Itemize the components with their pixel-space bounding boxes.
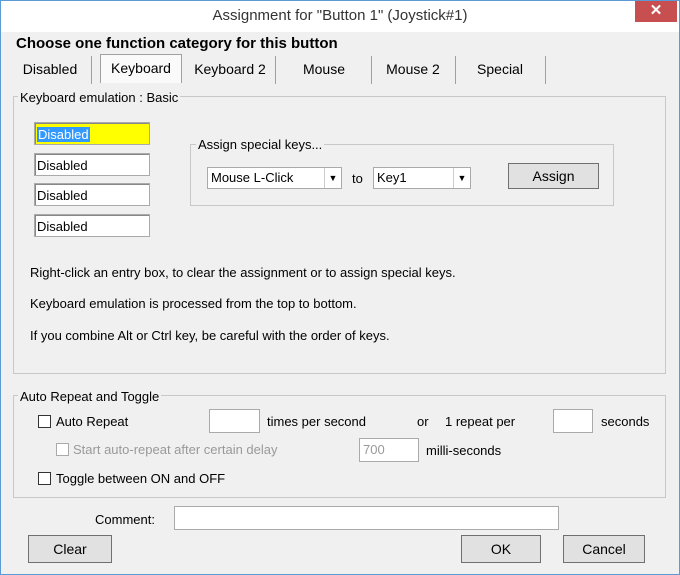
- key-entry-1[interactable]: Disabled: [34, 122, 150, 145]
- tab-mouse[interactable]: Mouse: [277, 56, 372, 84]
- key-entry-4[interactable]: Disabled: [34, 214, 150, 237]
- times-per-second-label: times per second: [267, 414, 366, 429]
- toggle-label: Toggle between ON and OFF: [56, 471, 226, 486]
- chevron-down-icon[interactable]: ▼: [453, 168, 470, 188]
- seconds-input[interactable]: [553, 409, 593, 433]
- special-to-select[interactable]: Key1 ▼: [373, 167, 471, 189]
- key-entry-3[interactable]: Disabled: [34, 183, 150, 206]
- page-heading: Choose one function category for this bu…: [16, 35, 338, 52]
- repeat-group-label: Auto Repeat and Toggle: [18, 389, 162, 404]
- assign-button[interactable]: Assign: [508, 163, 599, 189]
- note-1: Right-click an entry box, to clear the a…: [30, 265, 456, 280]
- key-entry-2[interactable]: Disabled: [34, 153, 150, 176]
- times-per-second-input[interactable]: [209, 409, 260, 433]
- note-2: Keyboard emulation is processed from the…: [30, 296, 357, 311]
- one-repeat-per-label: 1 repeat per: [445, 414, 516, 429]
- delay-checkbox[interactable]: [56, 443, 69, 456]
- tab-special[interactable]: Special: [455, 56, 546, 84]
- auto-repeat-checkbox[interactable]: [38, 415, 51, 428]
- chevron-down-icon[interactable]: ▼: [324, 168, 341, 188]
- note-3: If you combine Alt or Ctrl key, be caref…: [30, 328, 390, 343]
- comment-input[interactable]: [174, 506, 559, 530]
- clear-button[interactable]: Clear: [28, 535, 112, 563]
- tab-disabled[interactable]: Disabled: [9, 56, 92, 84]
- delay-unit-label: milli-seconds: [426, 443, 502, 458]
- delay-input[interactable]: 700: [359, 438, 419, 462]
- delay-label: Start auto-repeat after certain delay: [73, 442, 278, 457]
- window-title: Assignment for "Button 1" (Joystick#1): [212, 7, 468, 24]
- dialog-client: Choose one function category for this bu…: [9, 32, 671, 568]
- special-to-label: to: [352, 171, 363, 186]
- seconds-label: seconds: [601, 414, 650, 429]
- or-label: or: [417, 414, 429, 429]
- dialog-window: Assignment for "Button 1" (Joystick#1) ✕…: [0, 0, 680, 575]
- tab-keyboard[interactable]: Keyboard: [100, 54, 182, 83]
- tab-mouse-2[interactable]: Mouse 2: [371, 56, 456, 84]
- ok-button[interactable]: OK: [461, 535, 541, 563]
- special-from-select[interactable]: Mouse L-Click ▼: [207, 167, 342, 189]
- keyboard-group-label: Keyboard emulation : Basic: [18, 90, 181, 105]
- close-icon[interactable]: ✕: [635, 1, 677, 22]
- special-keys-label: Assign special keys...: [196, 137, 325, 152]
- tab-keyboard-2[interactable]: Keyboard 2: [185, 56, 276, 84]
- toggle-checkbox[interactable]: [38, 472, 51, 485]
- auto-repeat-label: Auto Repeat: [56, 414, 129, 429]
- comment-label: Comment:: [95, 512, 155, 527]
- key-entry-1-text: Disabled: [37, 127, 90, 142]
- special-from-value: Mouse L-Click: [211, 170, 294, 185]
- title-bar[interactable]: Assignment for "Button 1" (Joystick#1) ✕: [1, 1, 679, 32]
- special-to-value: Key1: [377, 170, 407, 185]
- cancel-button[interactable]: Cancel: [563, 535, 645, 563]
